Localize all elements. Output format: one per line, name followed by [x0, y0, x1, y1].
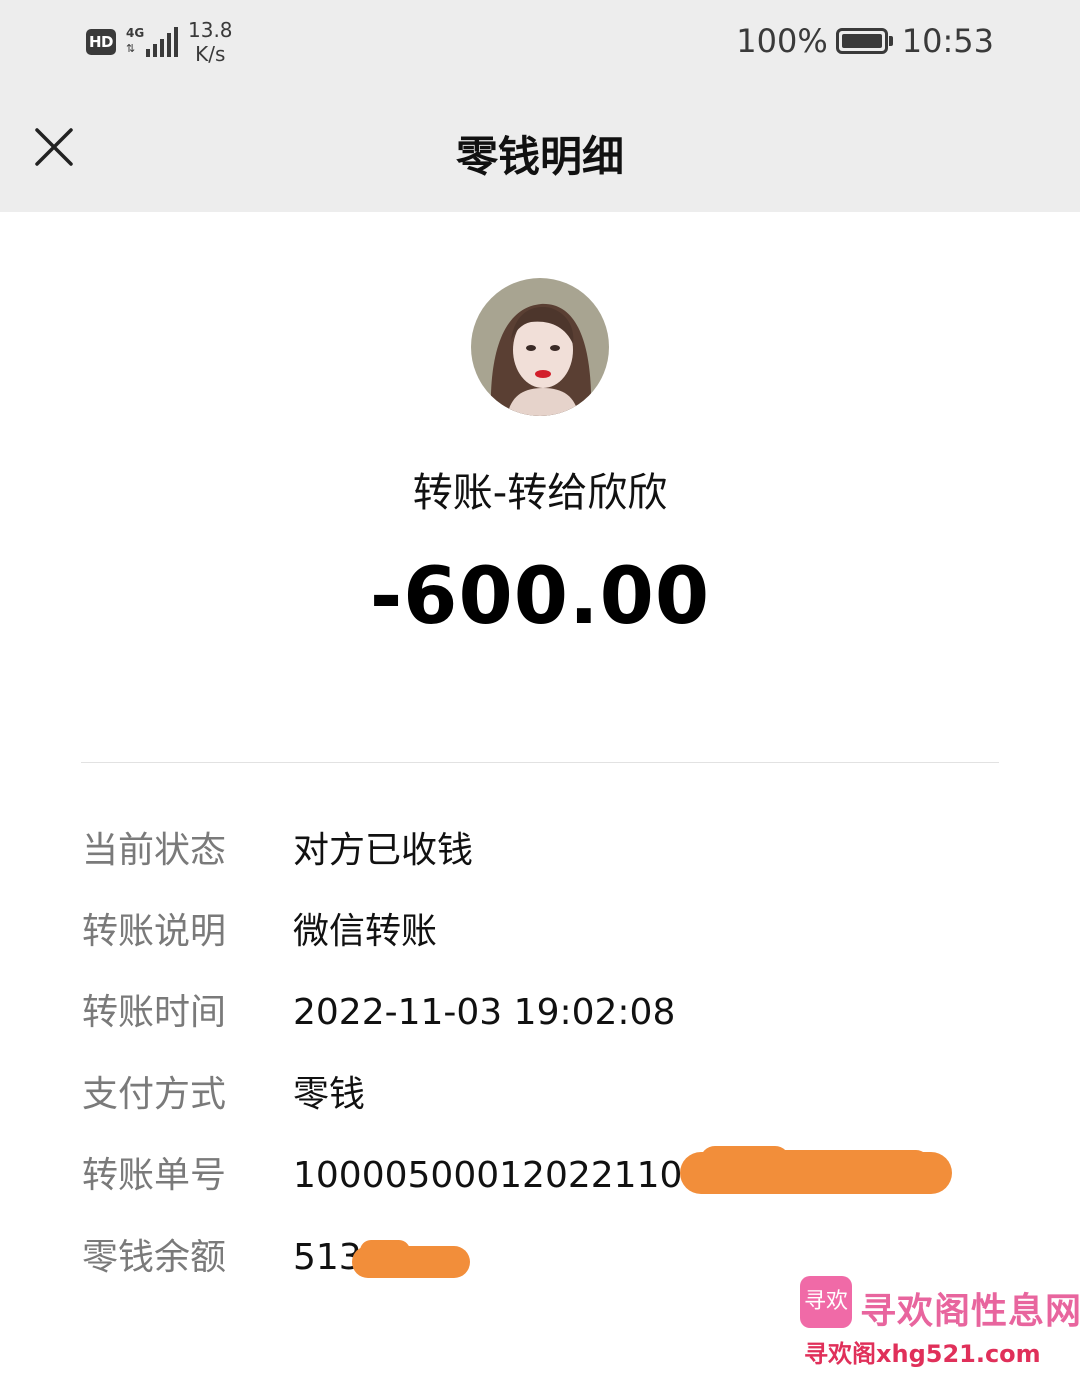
- data-arrows-icon: ⇅: [126, 42, 136, 55]
- detail-label: 当前状态: [82, 830, 227, 871]
- detail-label: 转账单号: [82, 1155, 227, 1196]
- detail-label: 支付方式: [82, 1074, 227, 1115]
- detail-value: 对方已收钱: [293, 830, 474, 871]
- detail-label: 转账说明: [82, 911, 227, 952]
- detail-row-payment-method: 支付方式 零钱: [82, 1065, 1002, 1125]
- hd-icon: HD: [86, 29, 116, 55]
- net-speed-value: 13.8: [188, 18, 233, 42]
- redaction-mark: [770, 1150, 930, 1178]
- battery-icon: [835, 28, 893, 54]
- signal-bars: [146, 27, 178, 57]
- detail-label: 转账时间: [82, 992, 227, 1033]
- page-title: 零钱明细: [455, 132, 624, 181]
- divider: [81, 762, 999, 763]
- transaction-amount: -600.00: [369, 552, 711, 642]
- status-left: HD 4G ⇅ 13.8 K/s: [86, 18, 233, 66]
- detail-row-time: 转账时间 2022-11-03 19:02:08: [82, 983, 1002, 1043]
- detail-row-status: 当前状态 对方已收钱: [82, 821, 1002, 881]
- status-bar: HD 4G ⇅ 13.8 K/s 100% 10:53: [0, 0, 1080, 85]
- watermark-url: 寻欢阁xhg521.com: [804, 1340, 1041, 1368]
- battery-percent: 100%: [736, 22, 828, 60]
- detail-value: 2022-11-03 19:02:08: [293, 992, 676, 1033]
- detail-label: 零钱余额: [82, 1237, 227, 1278]
- avatar[interactable]: [471, 278, 609, 416]
- detail-value: 微信转账: [293, 911, 438, 952]
- network-type: 4G: [126, 26, 145, 40]
- net-speed: 13.8 K/s: [188, 18, 233, 66]
- redaction-mark: [360, 1240, 410, 1262]
- watermark-logo: 寻欢: [800, 1276, 852, 1328]
- net-speed-unit: K/s: [195, 42, 226, 66]
- detail-row-note: 转账说明 微信转账: [82, 902, 1002, 962]
- transaction-title: 转账-转给欣欣: [412, 470, 668, 516]
- detail-value[interactable]: 10000500012022110З: [293, 1146, 705, 1206]
- clock: 10:53: [901, 22, 994, 60]
- signal-icon: 4G ⇅: [126, 25, 178, 59]
- detail-value: 零钱: [293, 1074, 366, 1115]
- watermark-site-name: 寻欢阁性息网: [860, 1291, 1080, 1332]
- nav-bar: 零钱明细: [0, 85, 1080, 212]
- status-right: 100% 10:53: [736, 22, 994, 60]
- watermark: 寻欢 寻欢阁性息网 寻欢阁xhg521.com: [796, 1272, 1080, 1377]
